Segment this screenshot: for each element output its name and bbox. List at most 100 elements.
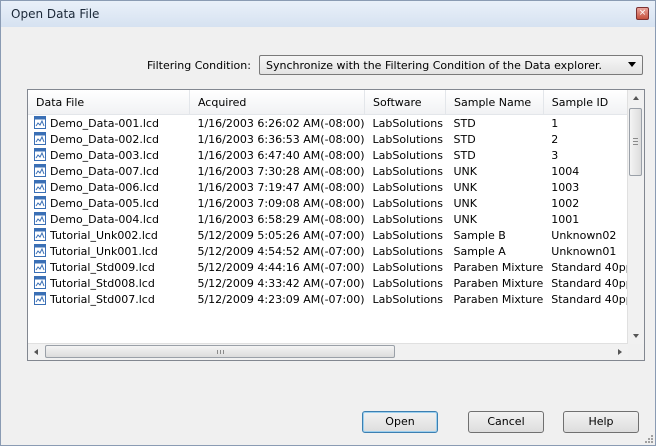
acquired-cell: 1/16/2003 6:36:53 AM(-08:00): [197, 132, 365, 146]
title-bar: Open Data File ×: [1, 1, 655, 27]
close-icon[interactable]: ×: [636, 7, 649, 20]
software-cell: LabSolutions: [372, 164, 443, 178]
lcd-data-file-icon: [34, 132, 46, 145]
open-button[interactable]: Open: [362, 411, 438, 433]
data-file-name: Demo_Data-007.lcd: [50, 165, 159, 178]
data-file-cell: Demo_Data-003.lcd: [28, 147, 189, 163]
data-file-name: Tutorial_Std007.lcd: [50, 293, 155, 306]
lcd-data-file-icon: [34, 164, 46, 177]
data-file-cell: Demo_Data-001.lcd: [28, 115, 189, 132]
dialog-title: Open Data File: [11, 7, 100, 21]
column-header-sample-name[interactable]: Sample Name: [445, 90, 544, 115]
table-row[interactable]: Demo_Data-004.lcd 1/16/2003 6:58:29 AM(-0…: [28, 211, 644, 227]
sample-name-cell: STD: [453, 148, 476, 162]
sample-name-cell: UNK: [453, 196, 478, 210]
software-cell: LabSolutions: [372, 276, 443, 290]
table-row[interactable]: Demo_Data-005.lcd 1/16/2003 7:09:08 AM(-0…: [28, 195, 644, 211]
table-row[interactable]: Tutorial_Std007.lcd 5/12/2009 4:23:09 AM(…: [28, 291, 644, 307]
acquired-cell: 5/12/2009 4:44:16 AM(-07:00): [197, 260, 365, 274]
data-file-cell: Tutorial_Std009.lcd: [28, 259, 189, 275]
scroll-up-arrow-icon[interactable]: [628, 90, 644, 106]
data-file-name: Tutorial_Std008.lcd: [50, 277, 155, 290]
table-row[interactable]: Demo_Data-003.lcd 1/16/2003 6:47:40 AM(-0…: [28, 147, 644, 163]
software-cell: LabSolutions: [372, 212, 443, 226]
table-row[interactable]: Tutorial_Unk002.lcd 5/12/2009 5:05:26 AM(…: [28, 227, 644, 243]
data-file-cell: Demo_Data-002.lcd: [28, 131, 189, 147]
lcd-data-file-icon: [34, 244, 46, 257]
acquired-cell: 1/16/2003 7:19:47 AM(-08:00): [197, 180, 365, 194]
lcd-data-file-icon: [34, 228, 46, 241]
table-row[interactable]: Tutorial_Std009.lcd 5/12/2009 4:44:16 AM(…: [28, 259, 644, 275]
lcd-data-file-icon: [34, 180, 46, 193]
table-row[interactable]: Demo_Data-002.lcd 1/16/2003 6:36:53 AM(-0…: [28, 131, 644, 147]
acquired-cell: 5/12/2009 4:23:09 AM(-07:00): [197, 292, 365, 306]
column-header-data-file[interactable]: Data File: [28, 90, 190, 115]
chevron-down-icon[interactable]: [628, 62, 636, 67]
acquired-cell: 1/16/2003 6:58:29 AM(-08:00): [197, 212, 365, 226]
table-row[interactable]: Demo_Data-006.lcd 1/16/2003 7:19:47 AM(-0…: [28, 179, 644, 195]
acquired-cell: 5/12/2009 4:33:42 AM(-07:00): [197, 276, 365, 290]
filtering-condition-select[interactable]: Synchronize with the Filtering Condition…: [259, 55, 643, 75]
sample-name-cell: Sample A: [453, 244, 506, 258]
vertical-scroll-thumb[interactable]: [629, 108, 642, 176]
scroll-right-arrow-icon[interactable]: [612, 344, 628, 360]
data-file-cell: Demo_Data-007.lcd: [28, 163, 189, 179]
software-cell: LabSolutions: [372, 132, 443, 146]
lcd-data-file-icon: [34, 196, 46, 209]
data-file-name: Tutorial_Std009.lcd: [50, 261, 155, 274]
software-cell: LabSolutions: [372, 292, 443, 306]
acquired-cell: 5/12/2009 4:54:52 AM(-07:00): [197, 244, 365, 258]
sample-name-cell: UNK: [453, 180, 478, 194]
lcd-data-file-icon: [34, 212, 46, 225]
horizontal-scroll-thumb[interactable]: [45, 345, 395, 358]
data-file-name: Demo_Data-004.lcd: [50, 213, 159, 226]
acquired-cell: 1/16/2003 6:47:40 AM(-08:00): [197, 148, 365, 162]
sample-name-cell: STD: [453, 132, 476, 146]
vertical-scrollbar[interactable]: [627, 90, 644, 344]
data-file-cell: Demo_Data-004.lcd: [28, 211, 189, 227]
data-file-cell: Tutorial_Unk002.lcd: [28, 227, 189, 243]
horizontal-scrollbar[interactable]: [28, 343, 628, 360]
sample-name-cell: Paraben Mixture: [453, 276, 544, 290]
resize-grip-icon[interactable]: [643, 433, 653, 443]
table-row[interactable]: Demo_Data-001.lcd 1/16/2003 6:26:02 AM(-0…: [28, 115, 644, 132]
scroll-left-arrow-icon[interactable]: [28, 344, 44, 360]
data-file-name: Tutorial_Unk001.lcd: [50, 245, 158, 258]
column-header-software[interactable]: Software: [364, 90, 446, 115]
acquired-cell: 1/16/2003 6:26:02 AM(-08:00): [197, 116, 365, 130]
sample-name-cell: STD: [453, 116, 476, 130]
data-file-name: Demo_Data-006.lcd: [50, 181, 159, 194]
filtering-condition-label: Filtering Condition:: [147, 59, 251, 72]
software-cell: LabSolutions: [372, 244, 443, 258]
table-row[interactable]: Demo_Data-007.lcd 1/16/2003 7:30:28 AM(-0…: [28, 163, 644, 179]
data-file-cell: Demo_Data-005.lcd: [28, 195, 189, 211]
data-file-cell: Tutorial_Unk001.lcd: [28, 243, 189, 259]
data-file-name: Demo_Data-001.lcd: [50, 117, 159, 130]
data-file-cell: Tutorial_Std007.lcd: [28, 291, 189, 307]
column-header-acquired[interactable]: Acquired: [189, 90, 366, 115]
open-data-file-dialog: Open Data File × Filtering Condition: Sy…: [0, 0, 656, 446]
acquired-cell: 5/12/2009 5:05:26 AM(-07:00): [197, 228, 365, 242]
table-row[interactable]: Tutorial_Unk001.lcd 5/12/2009 4:54:52 AM(…: [28, 243, 644, 259]
data-file-table: Data File Acquired Software Sample Name …: [28, 90, 644, 307]
data-file-name: Demo_Data-002.lcd: [50, 133, 159, 146]
sample-name-cell: Paraben Mixture: [453, 292, 544, 306]
software-cell: LabSolutions: [372, 260, 443, 274]
table-row[interactable]: Tutorial_Std008.lcd 5/12/2009 4:33:42 AM(…: [28, 275, 644, 291]
acquired-cell: 1/16/2003 7:30:28 AM(-08:00): [197, 164, 365, 178]
software-cell: LabSolutions: [372, 180, 443, 194]
data-file-name: Tutorial_Unk002.lcd: [50, 229, 158, 242]
data-file-cell: Tutorial_Std008.lcd: [28, 275, 189, 291]
cancel-button[interactable]: Cancel: [468, 411, 544, 433]
scroll-down-arrow-icon[interactable]: [628, 328, 644, 344]
lcd-data-file-icon: [34, 292, 46, 305]
data-file-list[interactable]: Data File Acquired Software Sample Name …: [27, 89, 645, 361]
lcd-data-file-icon: [34, 276, 46, 289]
lcd-data-file-icon: [34, 116, 46, 129]
software-cell: LabSolutions: [372, 148, 443, 162]
scroll-corner: [628, 344, 644, 360]
acquired-cell: 1/16/2003 7:09:08 AM(-08:00): [197, 196, 365, 210]
help-button[interactable]: Help: [563, 411, 639, 433]
lcd-data-file-icon: [34, 260, 46, 273]
data-file-name: Demo_Data-005.lcd: [50, 197, 159, 210]
